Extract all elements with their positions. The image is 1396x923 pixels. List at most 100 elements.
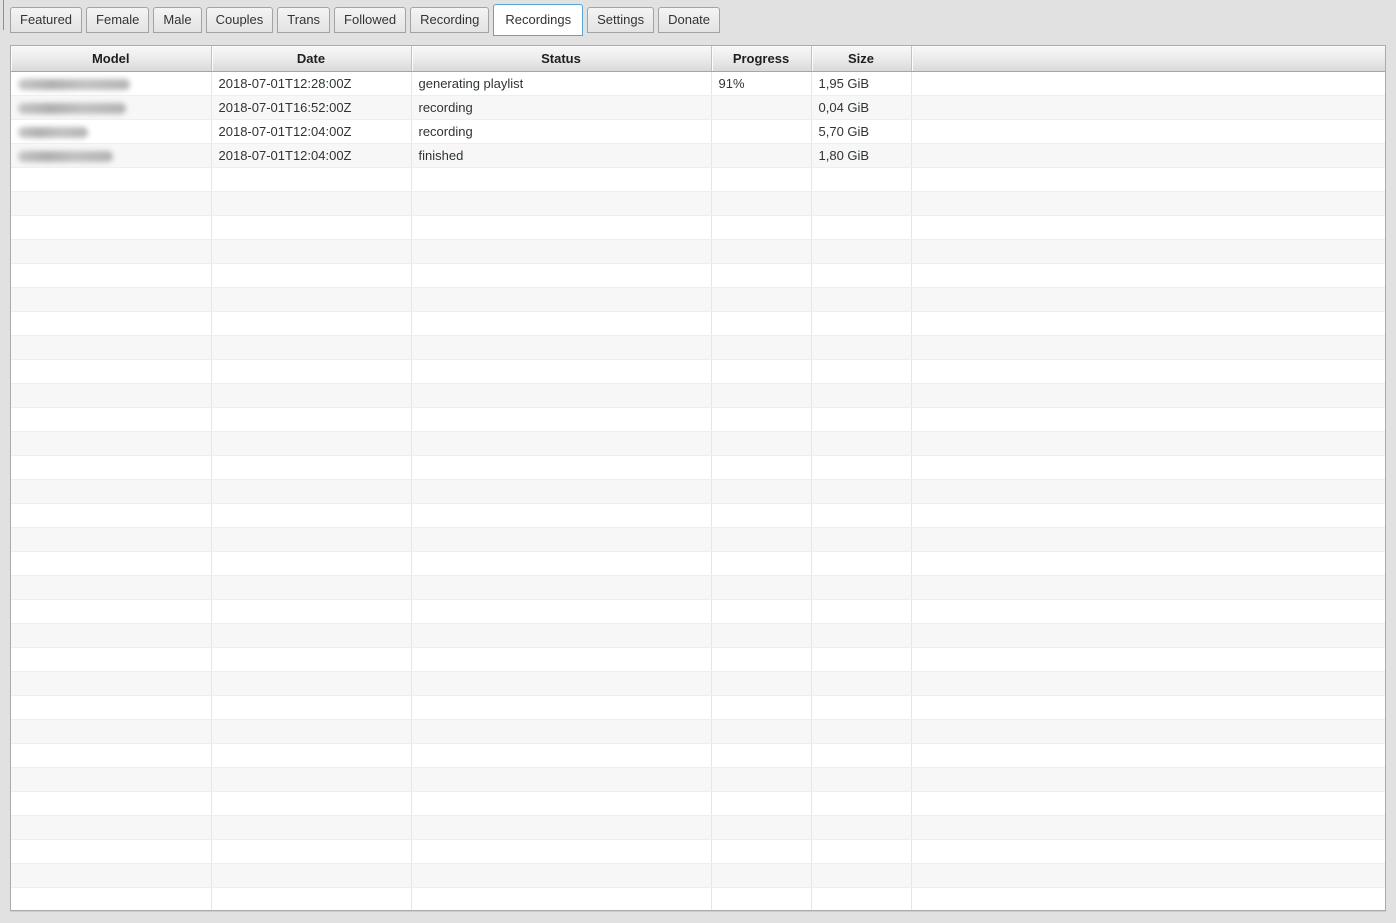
cell-date: 2018-07-01T12:04:00Z [211,143,412,168]
empty-table-row [11,887,1385,910]
empty-table-row [11,383,1385,408]
empty-cell [411,287,712,312]
empty-table-row [11,839,1385,864]
empty-cell [811,503,912,528]
tab-male[interactable]: Male [153,7,202,33]
empty-cell [711,431,812,456]
empty-cell [911,455,1385,480]
empty-cell [911,527,1385,552]
column-header-date[interactable]: Date [211,46,412,72]
empty-cell [11,575,212,600]
empty-cell [11,527,212,552]
empty-cell [11,287,212,312]
column-header-size[interactable]: Size [811,46,912,72]
empty-cell [211,887,412,910]
tab-recordings[interactable]: Recordings [493,4,584,36]
table-row[interactable]: 2018-07-01T12:04:00Z finished 1,80 GiB [11,143,1385,168]
empty-cell [811,719,912,744]
empty-table-row [11,695,1385,720]
column-header-model[interactable]: Model [11,46,212,72]
empty-table-row [11,359,1385,384]
empty-table-row [11,791,1385,816]
empty-cell [411,599,712,624]
empty-table-row [11,599,1385,624]
empty-cell [411,767,712,792]
empty-cell [811,791,912,816]
empty-cell [411,263,712,288]
empty-cell [811,479,912,504]
empty-cell [711,191,812,216]
empty-cell [811,527,912,552]
tab-recording[interactable]: Recording [410,7,490,33]
empty-cell [911,887,1385,910]
empty-cell [911,791,1385,816]
empty-cell [411,239,712,264]
empty-cell [11,647,212,672]
empty-cell [911,743,1385,768]
empty-cell [811,599,912,624]
cell-size: 1,95 GiB [811,71,912,96]
empty-cell [711,311,812,336]
empty-cell [811,815,912,840]
cell-status: recording [411,95,712,120]
empty-cell [211,239,412,264]
table-row[interactable]: 2018-07-01T12:04:00Z recording 5,70 GiB [11,119,1385,144]
empty-cell [211,743,412,768]
tab-settings[interactable]: Settings [587,7,655,33]
empty-cell [711,695,812,720]
empty-cell [711,455,812,480]
empty-cell [811,863,912,888]
empty-cell [411,839,712,864]
empty-cell [11,239,212,264]
tab-couples[interactable]: Couples [205,7,274,33]
empty-cell [11,767,212,792]
empty-cell [211,863,412,888]
empty-cell [711,623,812,648]
empty-cell [411,863,712,888]
empty-cell [911,431,1385,456]
cell-model [11,143,212,168]
empty-table-row [11,479,1385,504]
empty-cell [211,479,412,504]
empty-cell [11,791,212,816]
redacted-model-name [18,150,113,162]
empty-cell [811,695,912,720]
window-frame-edge [3,0,4,30]
empty-cell [11,887,212,910]
empty-cell [411,575,712,600]
tab-donate[interactable]: Donate [658,7,721,33]
empty-cell [811,431,912,456]
table-row[interactable]: 2018-07-01T16:52:00Z recording 0,04 GiB [11,95,1385,120]
tab-female[interactable]: Female [86,7,150,33]
cell-progress: 91% [711,71,812,96]
empty-cell [711,863,812,888]
empty-cell [711,383,812,408]
empty-cell [11,167,212,192]
tab-followed[interactable]: Followed [334,7,407,33]
empty-cell [711,407,812,432]
empty-table-row [11,191,1385,216]
tab-trans[interactable]: Trans [277,7,331,33]
empty-table-row [11,167,1385,192]
empty-cell [911,359,1385,384]
empty-cell [411,383,712,408]
table-row[interactable]: 2018-07-01T12:28:00Z generating playlist… [11,71,1385,96]
empty-cell [811,167,912,192]
empty-cell [711,527,812,552]
empty-cell [11,407,212,432]
empty-cell [11,311,212,336]
empty-cell [911,599,1385,624]
empty-table-row [11,551,1385,576]
column-header-progress[interactable]: Progress [711,46,812,72]
empty-cell [911,863,1385,888]
empty-cell [811,239,912,264]
tab-featured[interactable]: Featured [10,7,83,33]
empty-cell [411,215,712,240]
empty-cell [811,191,912,216]
column-header-status[interactable]: Status [411,46,712,72]
empty-cell [11,431,212,456]
empty-table-row [11,263,1385,288]
cell-size: 5,70 GiB [811,119,912,144]
empty-cell [711,815,812,840]
empty-table-row [11,671,1385,696]
